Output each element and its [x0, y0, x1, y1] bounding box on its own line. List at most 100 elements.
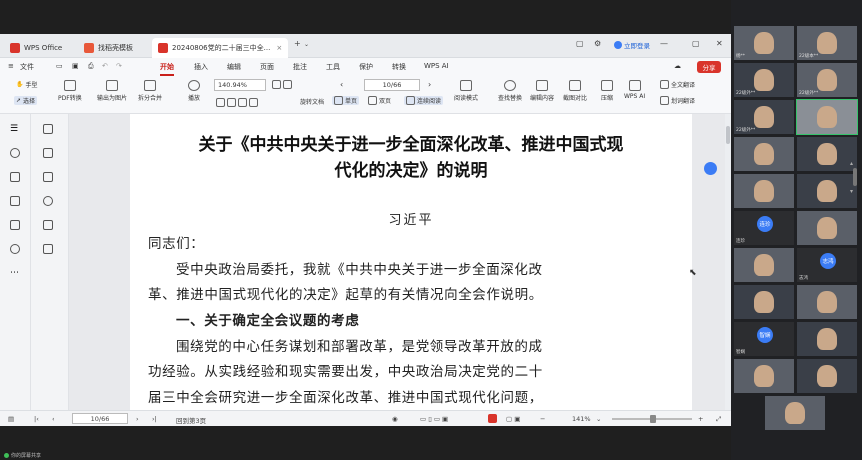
play-button[interactable]: 播放 — [188, 80, 200, 102]
tab-templates[interactable]: 找稻壳模板 — [78, 38, 148, 58]
screenshot-compare-button[interactable]: 截图对比 — [563, 80, 587, 102]
menu-page[interactable]: 页面 — [260, 62, 274, 72]
close-window-icon[interactable]: ✕ — [716, 39, 723, 48]
tab-document[interactable]: 20240806党的二十届三中全... × — [152, 38, 288, 58]
participant-tile[interactable] — [797, 359, 857, 393]
participant-tile[interactable] — [797, 285, 857, 319]
edit-content-button[interactable]: 编辑内容 — [530, 80, 554, 102]
status-page-input[interactable]: 10/66 — [72, 413, 128, 424]
last-page-icon[interactable]: ›| — [152, 415, 157, 423]
fullscreen-icon[interactable]: ⤢ — [716, 415, 721, 424]
pdf-convert-button[interactable]: PDF转换 — [58, 80, 82, 102]
search-icon[interactable] — [10, 148, 20, 158]
zoom-slider-handle[interactable] — [650, 415, 656, 423]
prev-page-icon[interactable]: ‹ — [52, 415, 55, 423]
help-icon[interactable] — [10, 244, 20, 254]
fit-icons[interactable]: ▢ ▣ — [506, 415, 520, 423]
page-nav-next[interactable]: › — [428, 80, 431, 89]
screen-share-indicator[interactable]: 你的屏幕共享 — [4, 452, 41, 459]
export-image-button[interactable]: 输出为图片 — [97, 80, 127, 102]
redo-icon[interactable]: ↷ — [116, 62, 122, 70]
participants-scrollbar[interactable] — [853, 168, 857, 186]
tab-wps-office[interactable]: WPS Office — [4, 38, 74, 58]
participant-tile[interactable]: 志鸿 志鸿 — [797, 248, 857, 282]
menu-wps-ai[interactable]: WPS AI — [424, 62, 449, 70]
window-layout-icon[interactable]: ▢ — [576, 39, 584, 48]
layers-panel-icon[interactable] — [43, 244, 53, 254]
double-page-button[interactable]: 双页 — [368, 96, 391, 105]
participant-tile[interactable]: 22级本** — [797, 26, 857, 60]
comment-icon[interactable] — [43, 172, 53, 182]
scrollbar-thumb[interactable] — [726, 126, 730, 144]
participant-tile[interactable]: 22级外** — [797, 63, 857, 97]
bookmark-icon[interactable] — [43, 124, 53, 134]
participant-tile[interactable] — [734, 285, 794, 319]
zoom-in-icon[interactable]: + — [698, 415, 703, 423]
select-tool-button[interactable]: ➚ 选择 — [14, 96, 38, 105]
single-page-button[interactable]: 单页 — [332, 96, 360, 105]
participant-tile[interactable]: 杨** — [734, 26, 794, 60]
eye-icon[interactable]: ◉ — [392, 415, 398, 423]
menu-edit[interactable]: 编辑 — [227, 62, 241, 72]
menu-insert[interactable]: 插入 — [194, 62, 208, 72]
new-tab-icon[interactable]: + — [294, 39, 301, 48]
sidebar-toggle-icon[interactable]: ▤ — [8, 415, 14, 423]
participant-tile[interactable]: 22级外** — [734, 100, 794, 134]
share-button[interactable]: 分享 — [697, 61, 721, 73]
print-icon[interactable]: ⎙ — [88, 62, 94, 71]
menu-start[interactable]: 开始 — [160, 62, 174, 76]
split-merge-button[interactable]: 拆分合并 — [138, 80, 162, 102]
minimize-icon[interactable]: — — [660, 39, 668, 48]
zoom-out-icon[interactable]: − — [540, 415, 545, 423]
undo-icon[interactable]: ↶ — [102, 62, 108, 70]
rotate-doc-button[interactable]: 旋转文档 — [300, 97, 324, 106]
close-tab-icon[interactable]: × — [276, 44, 282, 52]
zoom-tools[interactable] — [216, 98, 258, 107]
participant-tile[interactable] — [796, 99, 858, 135]
participant-tile[interactable] — [734, 359, 794, 393]
maximize-icon[interactable]: ▢ — [692, 39, 700, 48]
zoom-dropdown-icon[interactable]: ⌄ — [596, 415, 601, 423]
page-input[interactable]: 10/66 — [364, 79, 420, 91]
attachment-icon[interactable] — [43, 196, 53, 206]
cloud-icon[interactable]: ☁ — [674, 62, 681, 70]
read-mode-button[interactable]: 阅读模式 — [454, 80, 478, 102]
view-mode-icons[interactable]: ▭ ▯ ▭ ▣ — [420, 415, 448, 423]
participant-tile[interactable] — [734, 137, 794, 171]
layers-icon[interactable] — [10, 220, 20, 230]
scroll-down-icon[interactable]: ▾ — [850, 188, 853, 195]
participant-tile[interactable]: 连珍 连珍 — [734, 211, 794, 245]
rotate-icons[interactable] — [272, 80, 292, 89]
zoom-input[interactable]: 140.94% — [214, 79, 266, 91]
floating-assistant-icon[interactable] — [704, 162, 717, 175]
participant-tile[interactable] — [797, 211, 857, 245]
word-translate-button[interactable]: 划词翻译 — [660, 96, 695, 105]
open-icon[interactable]: ▭ — [56, 62, 63, 70]
settings-icon[interactable]: ⚙ — [594, 39, 601, 48]
record-icon[interactable] — [488, 414, 497, 423]
page-nav-prev[interactable]: ‹ — [340, 80, 343, 89]
hand-tool-button[interactable]: ✋ 手型 — [16, 80, 38, 89]
menu-comment[interactable]: 批注 — [293, 62, 307, 72]
full-translate-button[interactable]: 全文翻译 — [660, 80, 695, 89]
next-page-icon[interactable]: › — [136, 415, 139, 423]
continuous-read-button[interactable]: 连续阅读 — [404, 96, 444, 105]
compress-button[interactable]: 压缩 — [601, 80, 613, 102]
find-replace-button[interactable]: 查找替换 — [498, 80, 522, 102]
back-to-page-link[interactable]: 回到第3页 — [176, 415, 206, 425]
save-icon[interactable]: ▣ — [72, 62, 79, 70]
hamburger-icon[interactable]: ≡ — [8, 62, 14, 70]
participant-tile[interactable] — [797, 174, 857, 208]
tab-dropdown-icon[interactable]: ⌄ — [304, 41, 309, 48]
participant-tile[interactable] — [734, 174, 794, 208]
document-viewport[interactable]: 关于《中共中央关于进一步全面深化改革、推进中国式现 代化的决定》的说明 习近平 … — [69, 114, 725, 410]
participant-tile[interactable]: 智娴 智娴 — [734, 322, 794, 356]
participant-tile[interactable] — [765, 396, 825, 430]
menu-convert[interactable]: 转换 — [392, 62, 406, 72]
more-icon[interactable]: ⋯ — [10, 268, 20, 278]
menu-tools[interactable]: 工具 — [326, 62, 340, 72]
signature-icon[interactable] — [43, 220, 53, 230]
participant-tile[interactable] — [734, 248, 794, 282]
rotate-icon[interactable] — [10, 172, 20, 182]
scan-icon[interactable] — [10, 196, 20, 206]
